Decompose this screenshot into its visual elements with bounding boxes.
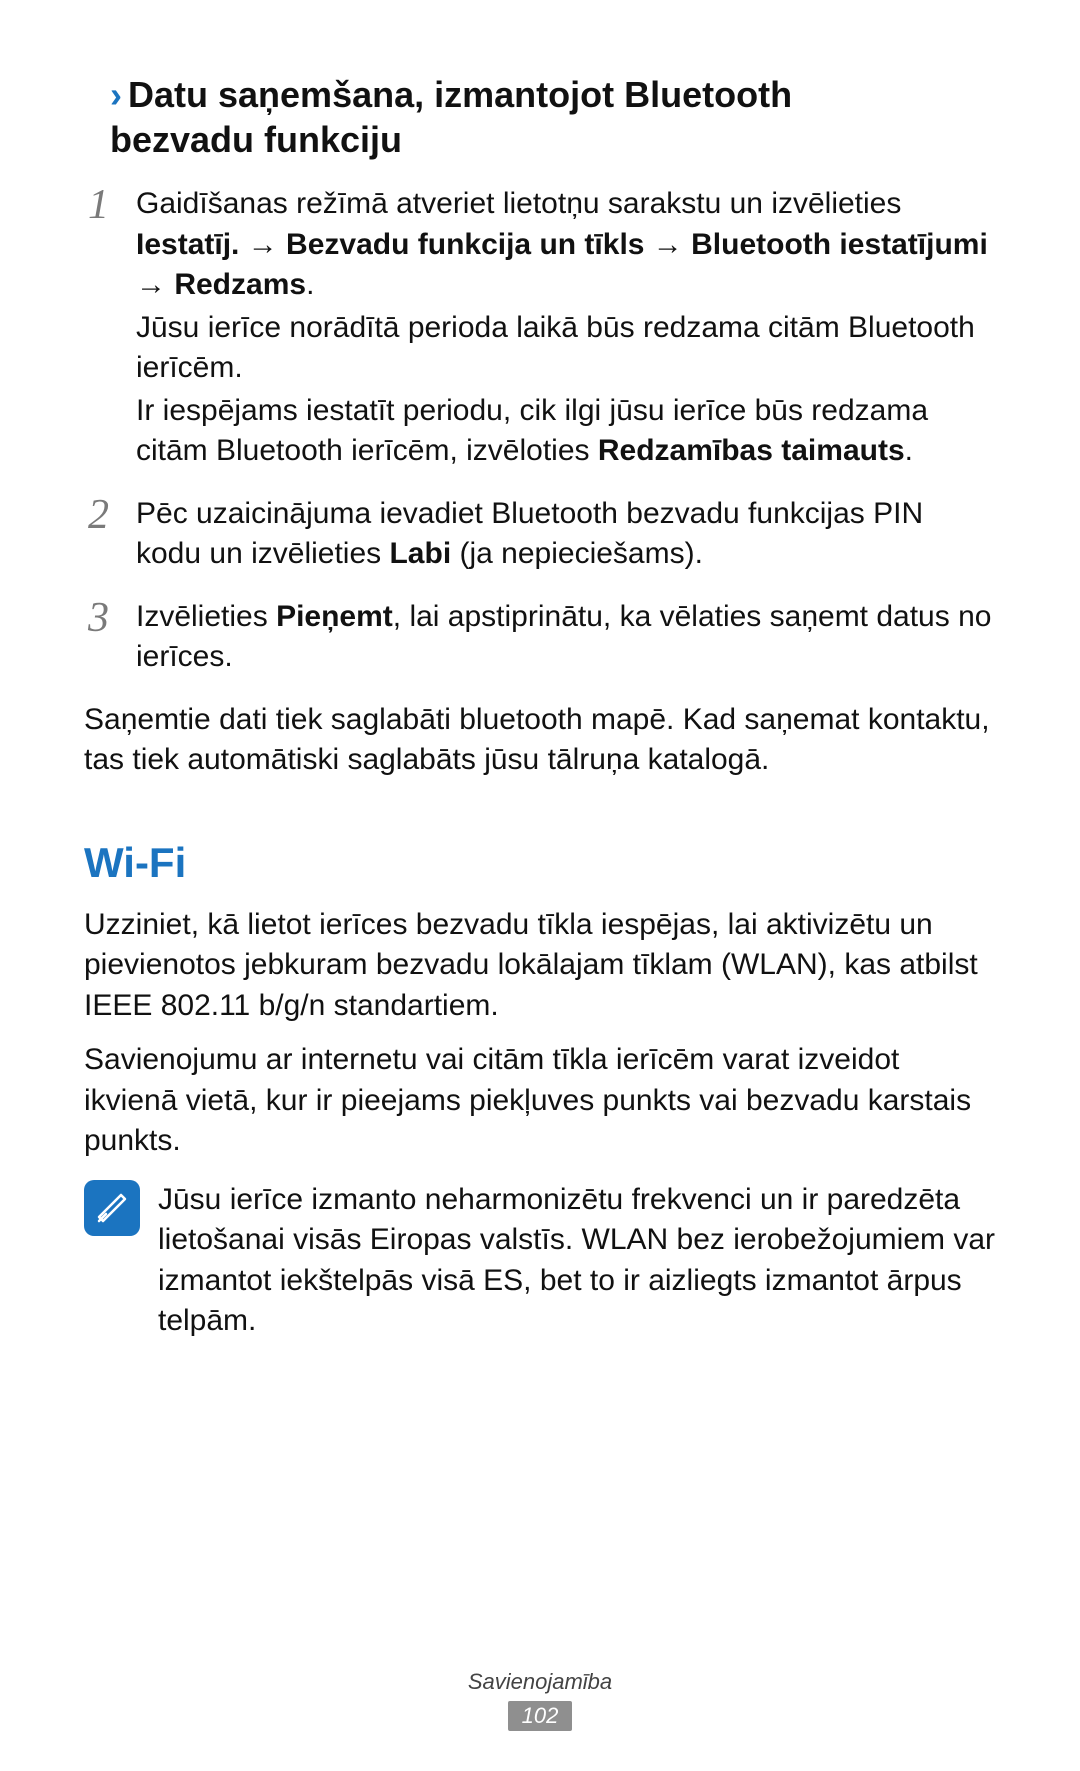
wifi-paragraph-2: Savienojumu ar internetu vai citām tīkla… [84,1040,996,1162]
step-number: 1 [88,184,118,474]
step1-p2: Jūsu ierīce norādītā perioda laikā būs r… [136,308,996,389]
step1-text-c: . [306,268,314,301]
note-block: Jūsu ierīce izmanto neharmonizētu frekve… [84,1180,996,1342]
step1-p3-bold: Redzamības taimauts [598,434,905,467]
step-number: 3 [88,597,118,680]
step1-p3-c: . [905,434,913,467]
step3-text-a: Izvēlieties [136,600,276,633]
wifi-heading: Wi-Fi [84,839,996,887]
step3-bold: Pieņemt [276,600,393,633]
step-2: 2 Pēc uzaicinājuma ievadiet Bluetooth be… [84,494,996,577]
step-number: 2 [88,494,118,577]
page-number: 102 [508,1701,573,1731]
heading-line1: Datu saņemšana, izmantojot Bluetooth [128,74,792,115]
step-3: 3 Izvēlieties Pieņemt, lai apstiprinātu,… [84,597,996,680]
wifi-paragraph-1: Uzziniet, kā lietot ierīces bezvadu tīkl… [84,905,996,1027]
step-1: 1 Gaidīšanas režīmā atveriet lietotņu sa… [84,184,996,474]
step2-text-c: (ja nepieciešams). [451,537,703,570]
section-heading: ›Datu saņemšana, izmantojot Bluetooth be… [84,72,996,162]
note-text: Jūsu ierīce izmanto neharmonizētu frekve… [158,1180,996,1342]
note-icon [84,1180,140,1236]
step-body: Izvēlieties Pieņemt, lai apstiprinātu, k… [136,597,996,680]
step2-bold: Labi [389,537,451,570]
step1-bold: Iestatīj. → Bezvadu funkcija un tīkls → … [136,228,988,302]
heading-line2: bezvadu funkciju [110,117,996,162]
page-footer: Savienojamība 102 [0,1669,1080,1731]
step-body: Gaidīšanas režīmā atveriet lietotņu sara… [136,184,996,474]
footer-section-label: Savienojamība [0,1669,1080,1695]
step-body: Pēc uzaicinājuma ievadiet Bluetooth bezv… [136,494,996,577]
after-steps-paragraph: Saņemtie dati tiek saglabāti bluetooth m… [84,700,996,781]
chevron-right-icon: › [110,74,128,115]
step1-text-a: Gaidīšanas režīmā atveriet lietotņu sara… [136,187,901,220]
